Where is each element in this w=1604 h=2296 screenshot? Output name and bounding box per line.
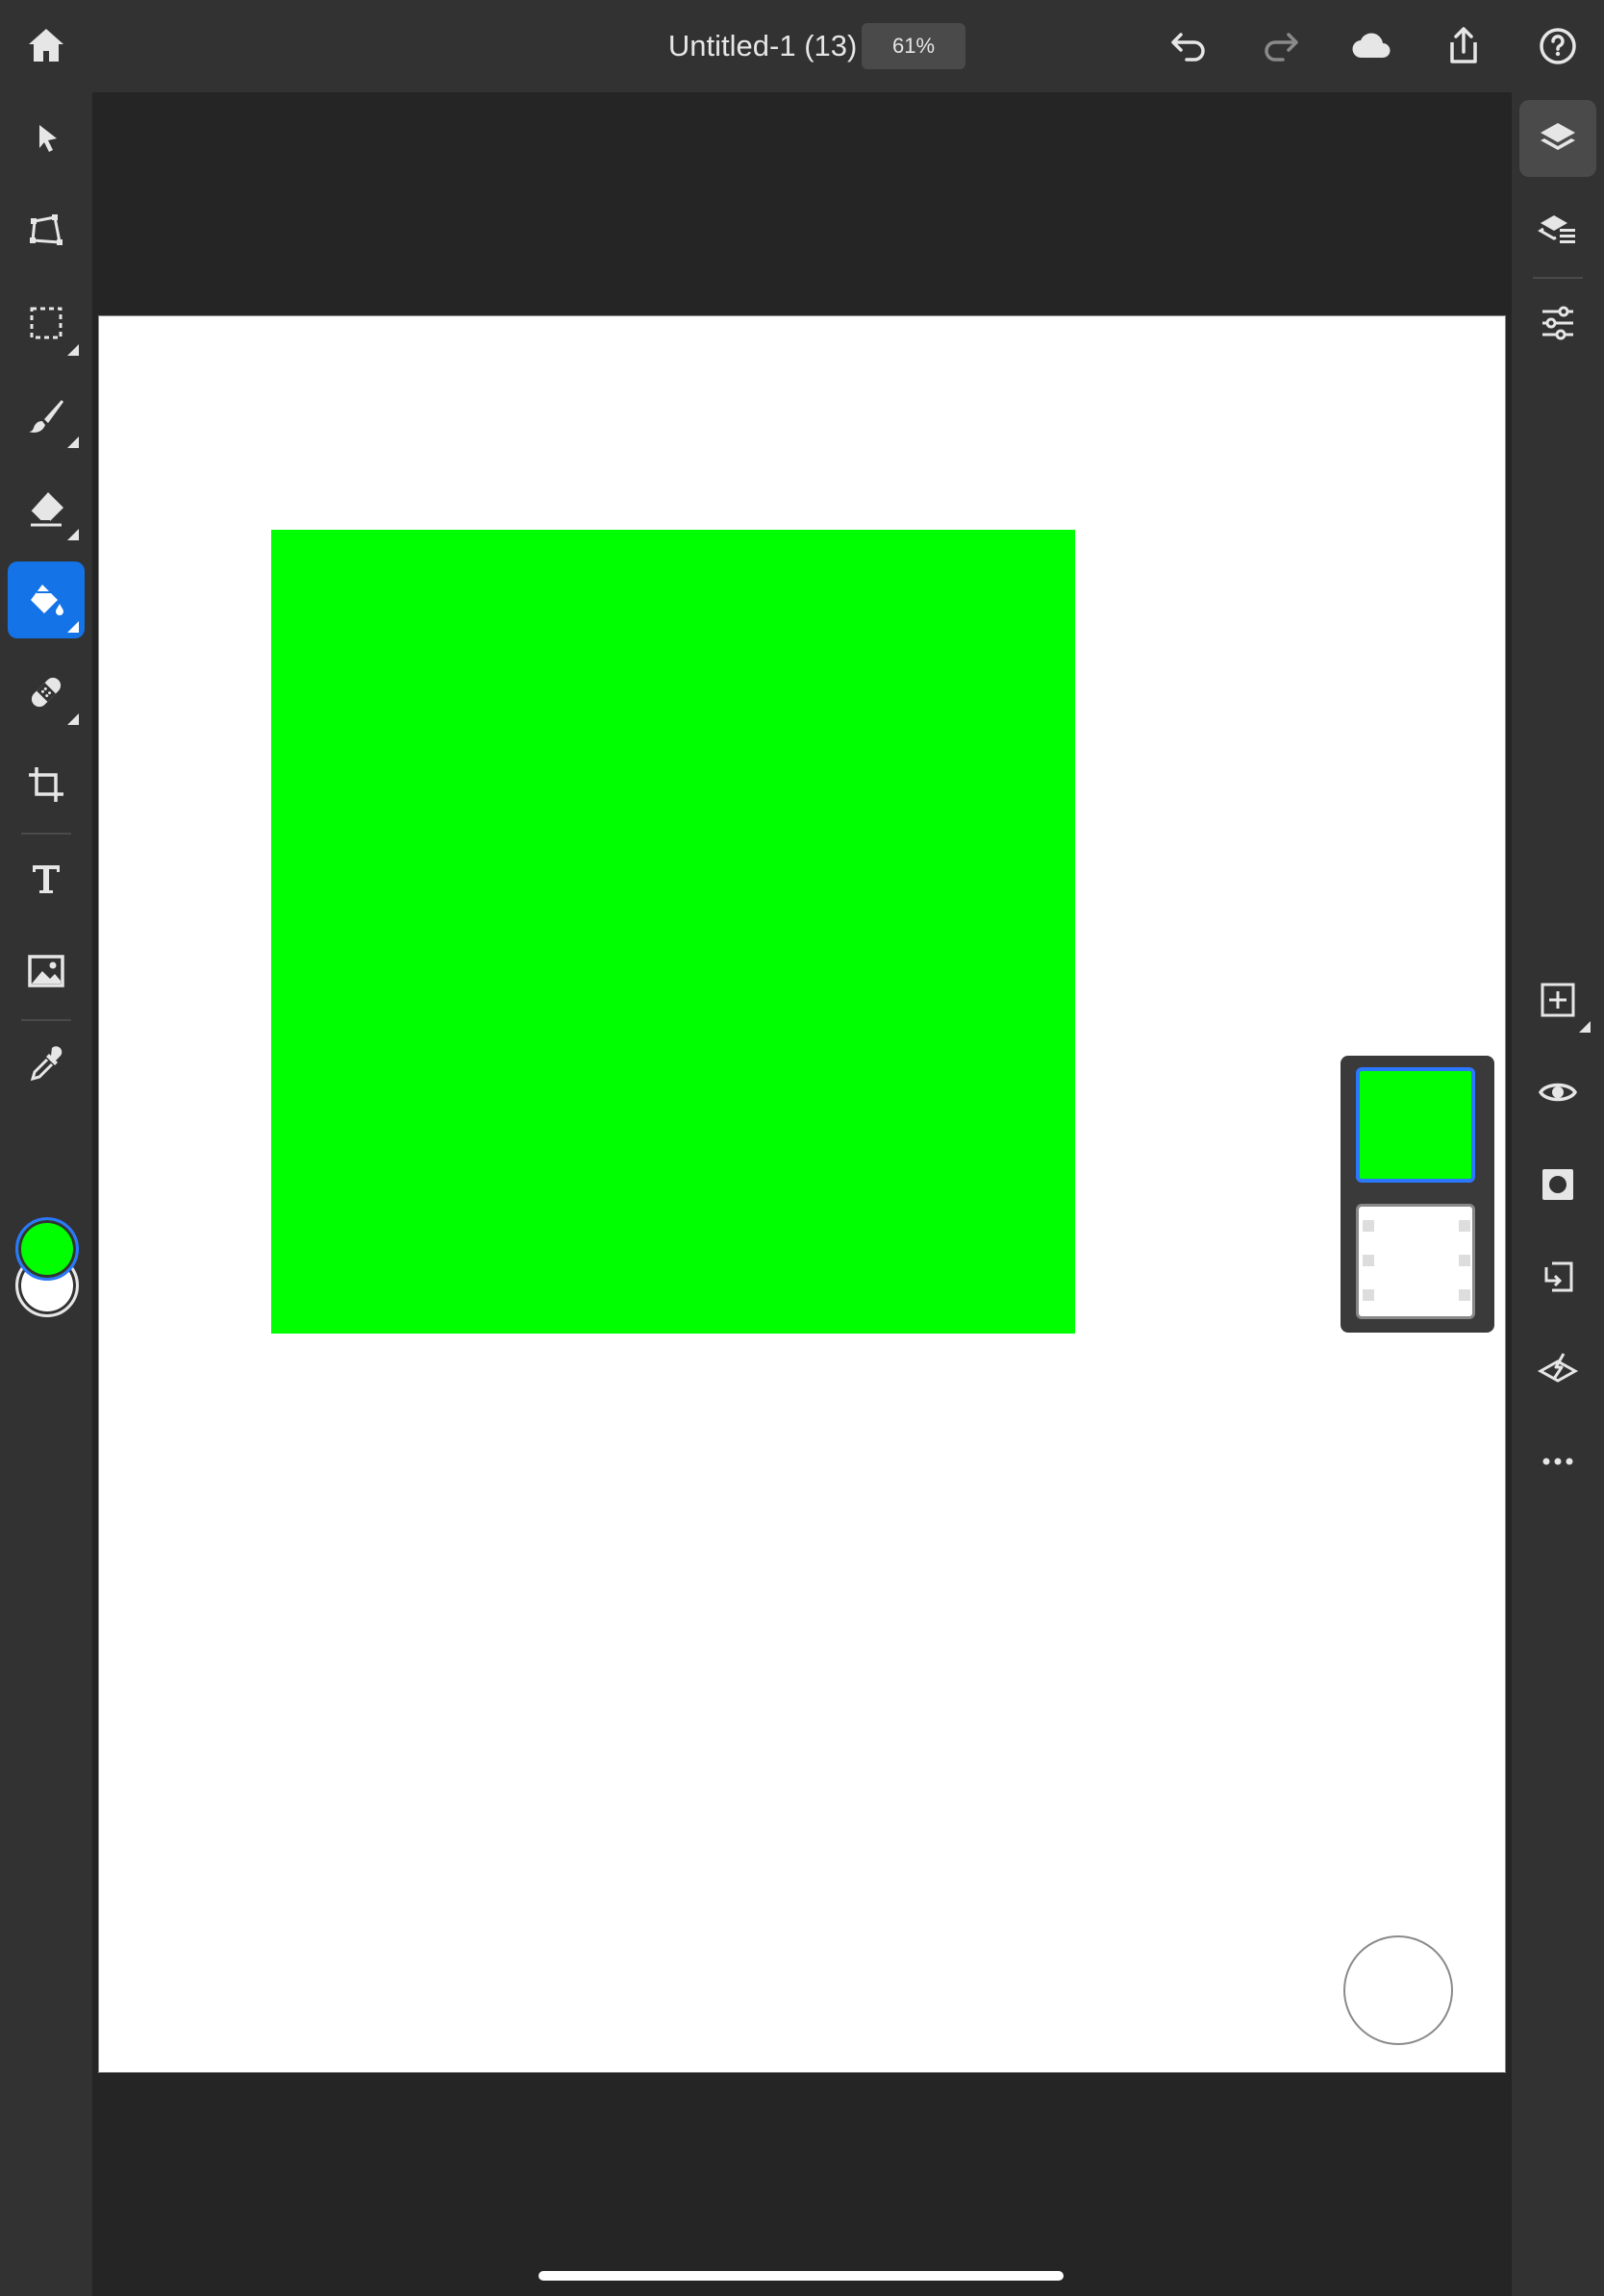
eraser-tool-icon[interactable] <box>8 469 85 546</box>
healing-tool-icon[interactable] <box>8 654 85 731</box>
submenu-indicator <box>67 713 79 725</box>
layer-properties-icon[interactable] <box>1519 192 1596 269</box>
paint-bucket-tool-icon[interactable] <box>8 562 85 638</box>
adjustments-icon[interactable] <box>1519 285 1596 362</box>
submenu-indicator <box>67 344 79 356</box>
tools-panel <box>0 92 92 2296</box>
type-tool-icon[interactable] <box>8 840 85 917</box>
top-bar: Untitled-1 (13) * 61% <box>0 0 1604 92</box>
add-layer-icon[interactable] <box>1519 961 1596 1038</box>
document-title: Untitled-1 (13) * <box>667 29 877 62</box>
visibility-icon[interactable] <box>1519 1054 1596 1131</box>
submenu-indicator <box>67 529 79 540</box>
tools-divider <box>21 1019 71 1021</box>
document-canvas[interactable] <box>98 315 1506 2073</box>
layer-thumbnail-background[interactable] <box>1356 1204 1475 1319</box>
submenu-indicator <box>67 437 79 448</box>
layers-icon[interactable] <box>1519 100 1596 177</box>
selection-tool-icon[interactable] <box>8 285 85 362</box>
zoom-level[interactable]: 61% <box>862 23 965 69</box>
foreground-color-swatch[interactable] <box>15 1217 79 1281</box>
touch-shortcut-button[interactable] <box>1343 1935 1453 2045</box>
share-icon[interactable] <box>1425 8 1502 85</box>
undo-icon[interactable] <box>1150 8 1227 85</box>
mask-icon[interactable] <box>1519 1146 1596 1223</box>
crop-tool-icon[interactable] <box>8 746 85 823</box>
home-icon[interactable] <box>8 8 85 85</box>
cloud-icon[interactable] <box>1333 8 1410 85</box>
help-icon[interactable] <box>1519 8 1596 85</box>
submenu-indicator <box>67 621 79 633</box>
brush-tool-icon[interactable] <box>8 377 85 454</box>
more-icon[interactable] <box>1519 1423 1596 1500</box>
home-indicator[interactable] <box>539 2271 1064 2281</box>
clip-layer-icon[interactable] <box>1519 1238 1596 1315</box>
properties-panel <box>1512 92 1604 2296</box>
layers-thumbnail-panel <box>1341 1056 1494 1333</box>
submenu-indicator <box>1579 1021 1591 1033</box>
eyedropper-tool-icon[interactable] <box>8 1027 85 1104</box>
panel-divider <box>1533 277 1583 279</box>
green-fill-shape[interactable] <box>271 530 1075 1334</box>
image-tool-icon[interactable] <box>8 933 85 1010</box>
move-tool-icon[interactable] <box>8 100 85 177</box>
redo-icon[interactable] <box>1242 8 1319 85</box>
transform-tool-icon[interactable] <box>8 192 85 269</box>
layer-thumbnail-fill[interactable] <box>1356 1067 1475 1183</box>
fill-layer-icon[interactable] <box>1519 1331 1596 1408</box>
tools-divider <box>21 833 71 835</box>
